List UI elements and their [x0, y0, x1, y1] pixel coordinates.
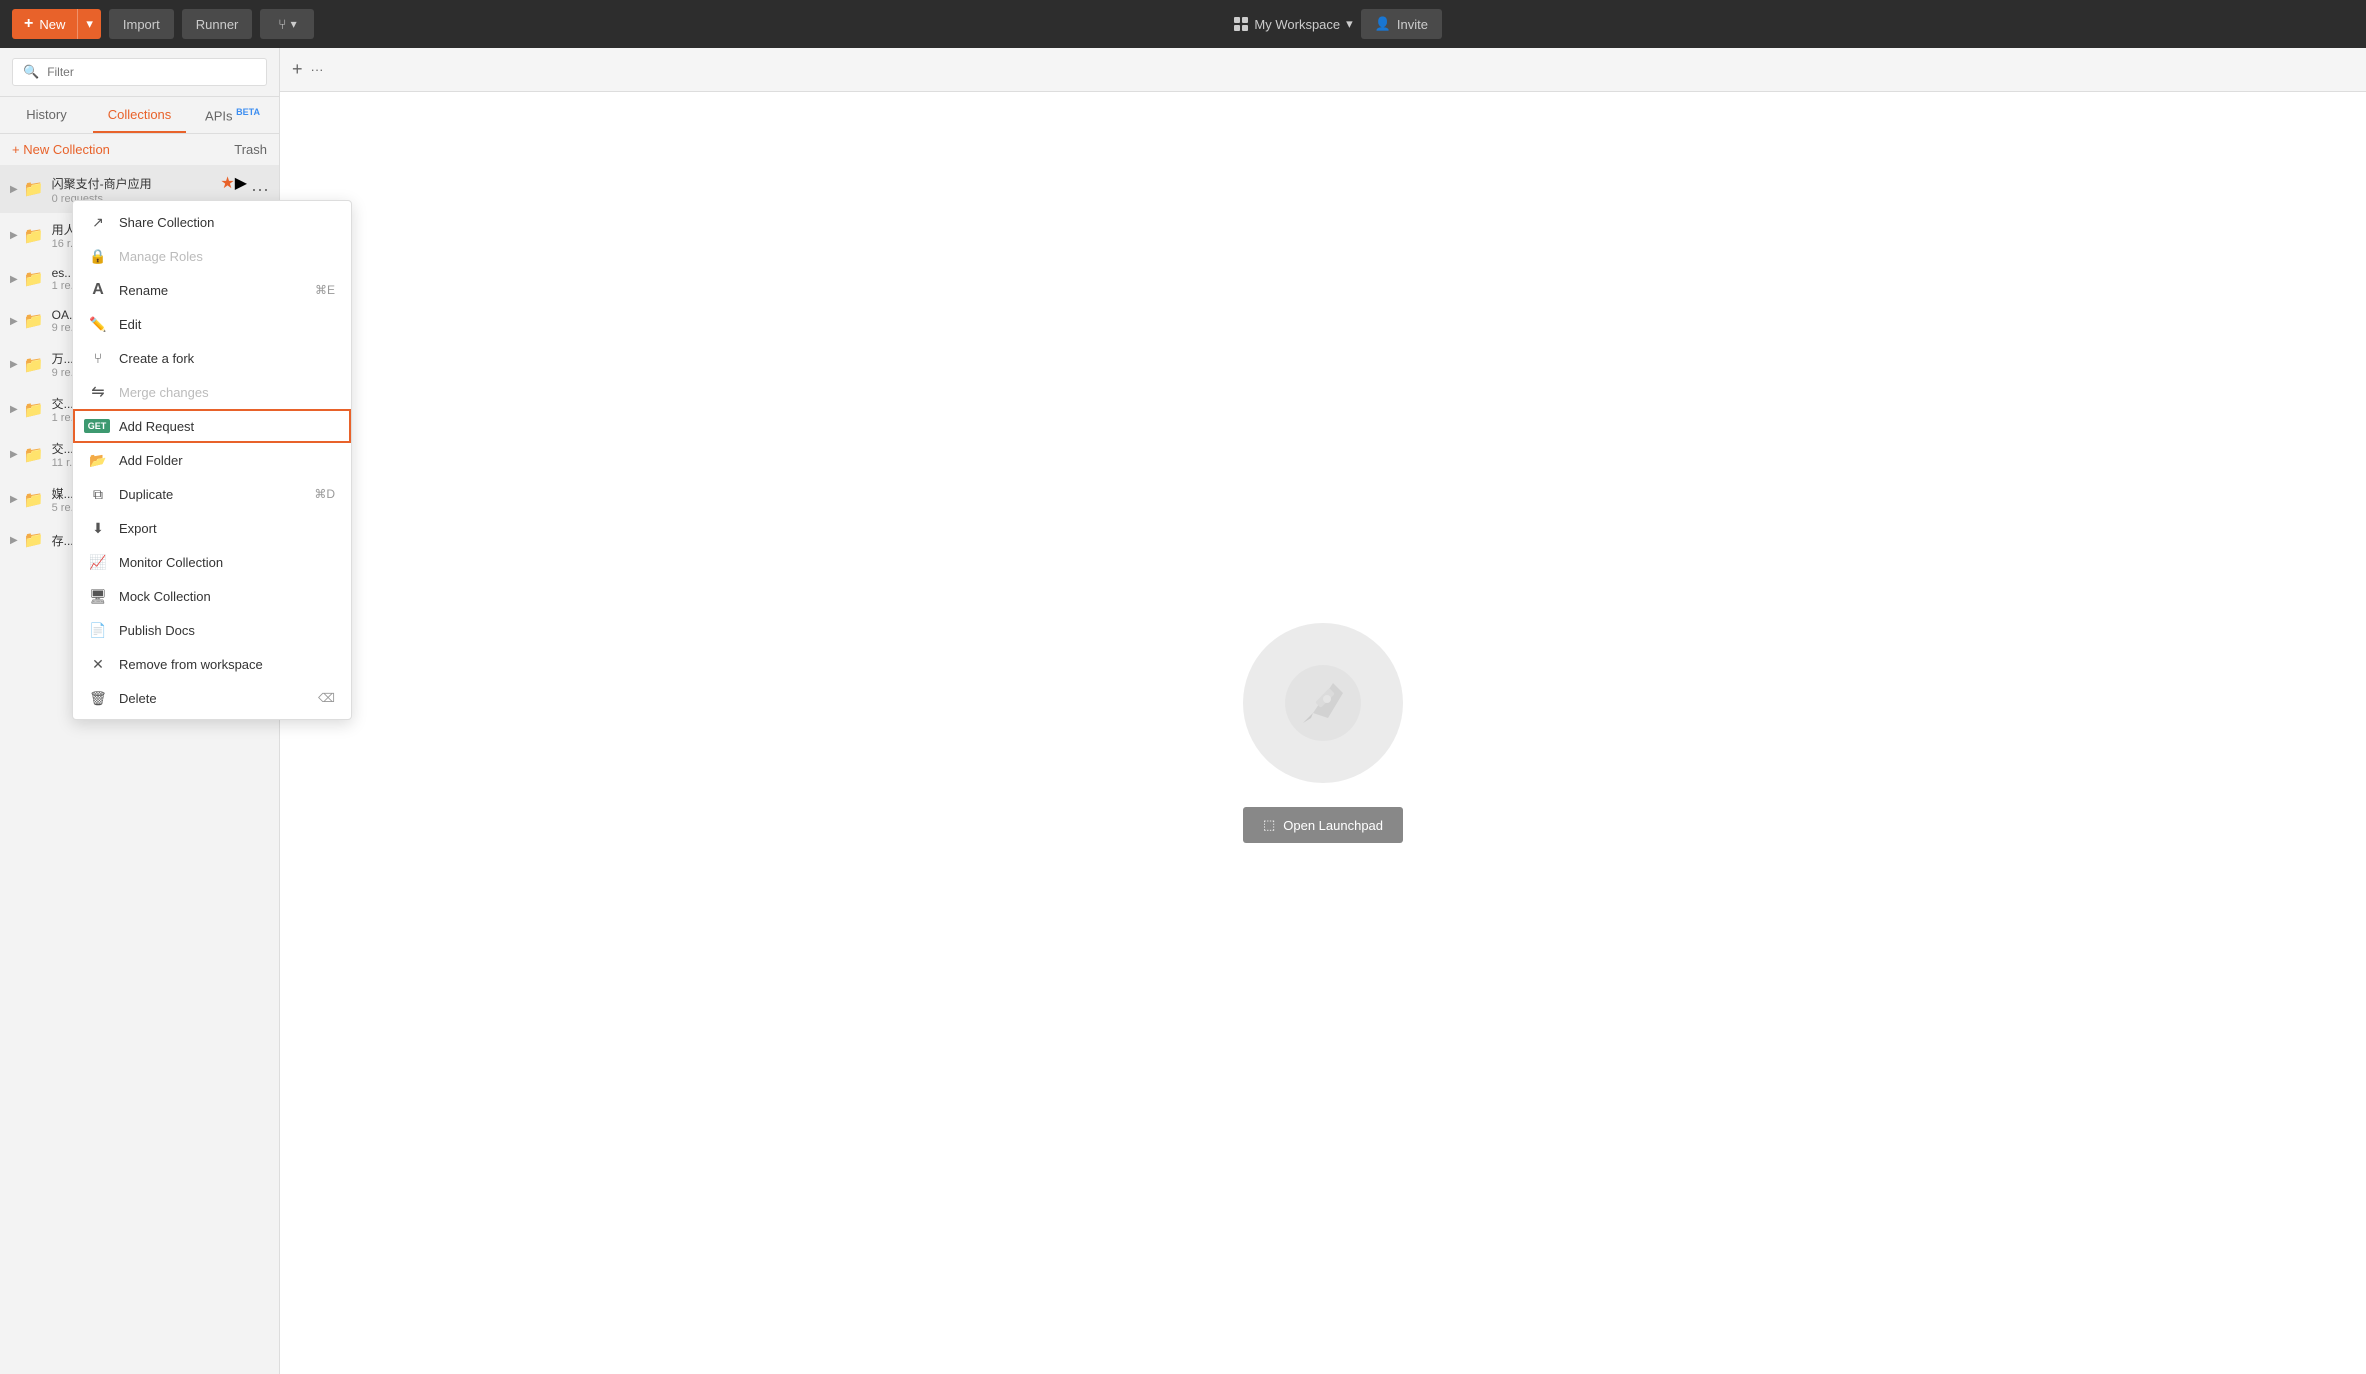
workspace-button[interactable]: My Workspace ▾	[1234, 16, 1352, 32]
menu-item-remove[interactable]: ✕ Remove from workspace	[73, 647, 351, 681]
menu-item-monitor[interactable]: 📈 Monitor Collection	[73, 545, 351, 579]
folder-icon: 📁	[24, 269, 44, 289]
open-launchpad-button[interactable]: ⬚ Open Launchpad	[1243, 807, 1403, 843]
expand-arrow-icon: ▶	[10, 494, 18, 505]
menu-item-create-fork[interactable]: ⑂ Create a fork	[73, 341, 351, 375]
duplicate-icon: ⧉	[89, 485, 107, 503]
workspace-icon	[1234, 17, 1248, 31]
new-collection-button[interactable]: + New Collection	[12, 142, 110, 157]
merge-icon: ⇋	[89, 383, 107, 401]
export-icon: ⬇	[89, 519, 107, 537]
menu-item-duplicate[interactable]: ⧉ Duplicate ⌘D	[73, 477, 351, 511]
folder-icon: 📁	[24, 355, 44, 375]
menu-item-export[interactable]: ⬇ Export	[73, 511, 351, 545]
more-options-icon[interactable]: ···	[251, 180, 269, 198]
expand-right-icon: ▶	[235, 173, 247, 193]
menu-item-publish-docs[interactable]: 📄 Publish Docs	[73, 613, 351, 647]
folder-icon: 📁	[24, 530, 44, 550]
docs-icon: 📄	[89, 621, 107, 639]
folder-icon: 📁	[24, 490, 44, 510]
runner-button[interactable]: Runner	[182, 9, 253, 39]
menu-item-edit[interactable]: ✏️ Edit	[73, 307, 351, 341]
folder-icon: 📁	[24, 179, 44, 199]
main-tabs: + ···	[280, 48, 2366, 92]
edit-icon: ✏️	[89, 315, 107, 333]
menu-item-delete[interactable]: 🗑 Delete ⌫	[73, 681, 351, 715]
tab-collections[interactable]: Collections	[93, 97, 186, 133]
context-menu: ↗ Share Collection 🔒 Manage Roles A Rena…	[72, 200, 352, 720]
header: + New ▾ Import Runner ⑂ ▾ My Workspace ▾…	[0, 0, 2366, 48]
folder-icon: 📁	[24, 311, 44, 331]
launchpad-icon: ⬚	[1263, 817, 1275, 833]
expand-arrow-icon: ▶	[10, 316, 18, 327]
folder-icon: 📁	[24, 226, 44, 246]
menu-item-mock[interactable]: 🖥 Mock Collection	[73, 579, 351, 613]
sidebar-tabs: History Collections APIs BETA	[0, 97, 279, 134]
folder-icon: 📁	[24, 400, 44, 420]
fork-icon: ⑂	[89, 349, 107, 367]
search-icon: 🔍	[23, 64, 39, 80]
menu-item-merge-changes: ⇋ Merge changes	[73, 375, 351, 409]
fork-button[interactable]: ⑂ ▾	[260, 9, 314, 39]
invite-button[interactable]: 👤 Invite	[1361, 9, 1442, 39]
get-badge-icon: GET	[89, 417, 107, 435]
expand-arrow-icon: ▶	[10, 359, 18, 370]
add-folder-icon: 📂	[89, 451, 107, 469]
expand-arrow-icon: ▶	[10, 404, 18, 415]
new-button-arrow[interactable]: ▾	[78, 9, 101, 39]
main-area: + ··· ⬚ Open Launchpad	[280, 48, 2366, 1374]
trash-button[interactable]: Trash	[234, 142, 267, 157]
expand-arrow-icon: ▶	[10, 535, 18, 546]
lock-icon: 🔒	[89, 247, 107, 265]
header-center: My Workspace ▾ 👤 Invite	[322, 9, 2354, 39]
more-tabs-icon[interactable]: ···	[311, 62, 324, 77]
tab-history[interactable]: History	[0, 97, 93, 133]
menu-item-add-request[interactable]: GET Add Request	[73, 409, 351, 443]
star-icon: ★	[220, 173, 234, 193]
expand-arrow-icon: ▶	[10, 449, 18, 460]
sidebar-search-area: 🔍	[0, 48, 279, 97]
tab-apis[interactable]: APIs BETA	[186, 97, 279, 133]
menu-item-share[interactable]: ↗ Share Collection	[73, 205, 351, 239]
expand-arrow-icon: ▶	[10, 274, 18, 285]
delete-icon: 🗑	[89, 689, 107, 707]
menu-item-rename[interactable]: A Rename ⌘E	[73, 273, 351, 307]
rocket-illustration	[1243, 623, 1403, 783]
new-button[interactable]: + New ▾	[12, 9, 101, 39]
rename-icon: A	[89, 281, 107, 299]
share-icon: ↗	[89, 213, 107, 231]
main-body: ⬚ Open Launchpad	[280, 92, 2366, 1374]
mock-icon: 🖥	[89, 587, 107, 605]
expand-arrow-icon: ▶	[10, 184, 18, 195]
search-box: 🔍	[12, 58, 267, 86]
expand-arrow-icon: ▶	[10, 230, 18, 241]
add-tab-icon[interactable]: +	[292, 59, 303, 80]
search-input[interactable]	[47, 65, 256, 79]
folder-icon: 📁	[24, 445, 44, 465]
menu-item-manage-roles: 🔒 Manage Roles	[73, 239, 351, 273]
menu-item-add-folder[interactable]: 📂 Add Folder	[73, 443, 351, 477]
remove-icon: ✕	[89, 655, 107, 673]
new-button-main[interactable]: + New	[12, 9, 78, 39]
import-button[interactable]: Import	[109, 9, 174, 39]
sidebar-toolbar: + New Collection Trash	[0, 134, 279, 165]
monitor-icon: 📈	[89, 553, 107, 571]
